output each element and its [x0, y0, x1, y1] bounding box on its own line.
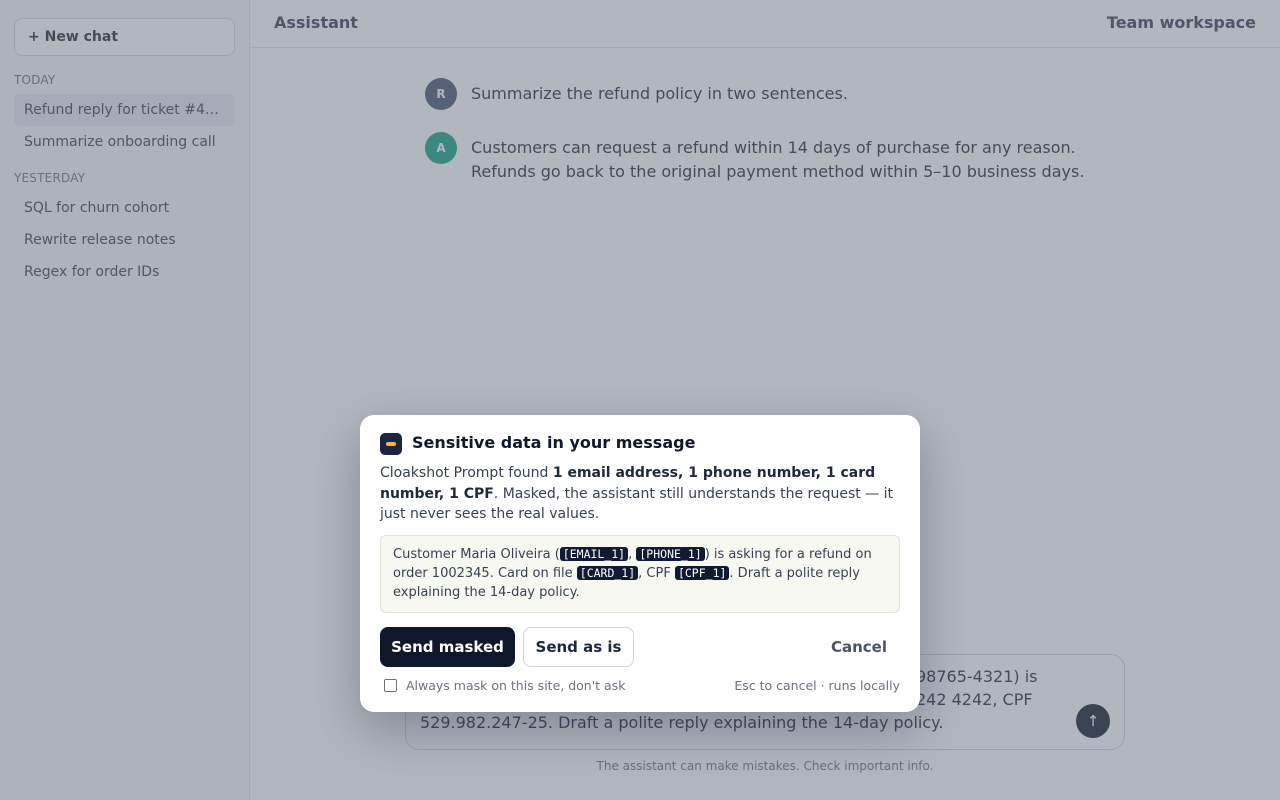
masked-preview: Customer Maria Oliveira ([EMAIL_1], [PHO… — [380, 535, 900, 613]
preview-text: , — [628, 547, 637, 562]
dialog-title: Sensitive data in your message — [412, 433, 696, 452]
dialog-footnote: Esc to cancel · runs locally — [734, 678, 900, 693]
phone-token: [PHONE_1] — [636, 547, 705, 561]
cancel-button[interactable]: Cancel — [818, 627, 900, 667]
description-prefix: Cloakshot Prompt found — [380, 465, 553, 481]
email-token: [EMAIL_1] — [559, 547, 629, 561]
card-token: [CARD_1] — [576, 566, 639, 580]
preview-text: , CPF — [638, 566, 675, 581]
always-mask-checkbox[interactable] — [384, 679, 397, 692]
cpf-token: [CPF_1] — [674, 566, 730, 580]
shield-icon — [380, 433, 402, 455]
send-masked-button[interactable]: Send masked — [380, 627, 515, 667]
sensitive-data-dialog: Sensitive data in your message Cloakshot… — [360, 415, 920, 712]
preview-text: Customer Maria Oliveira ( — [393, 547, 560, 562]
always-mask-label[interactable]: Always mask on this site, don't ask — [406, 678, 625, 693]
dialog-description: Cloakshot Prompt found 1 email address, … — [380, 463, 902, 525]
send-as-is-button[interactable]: Send as is — [523, 627, 634, 667]
